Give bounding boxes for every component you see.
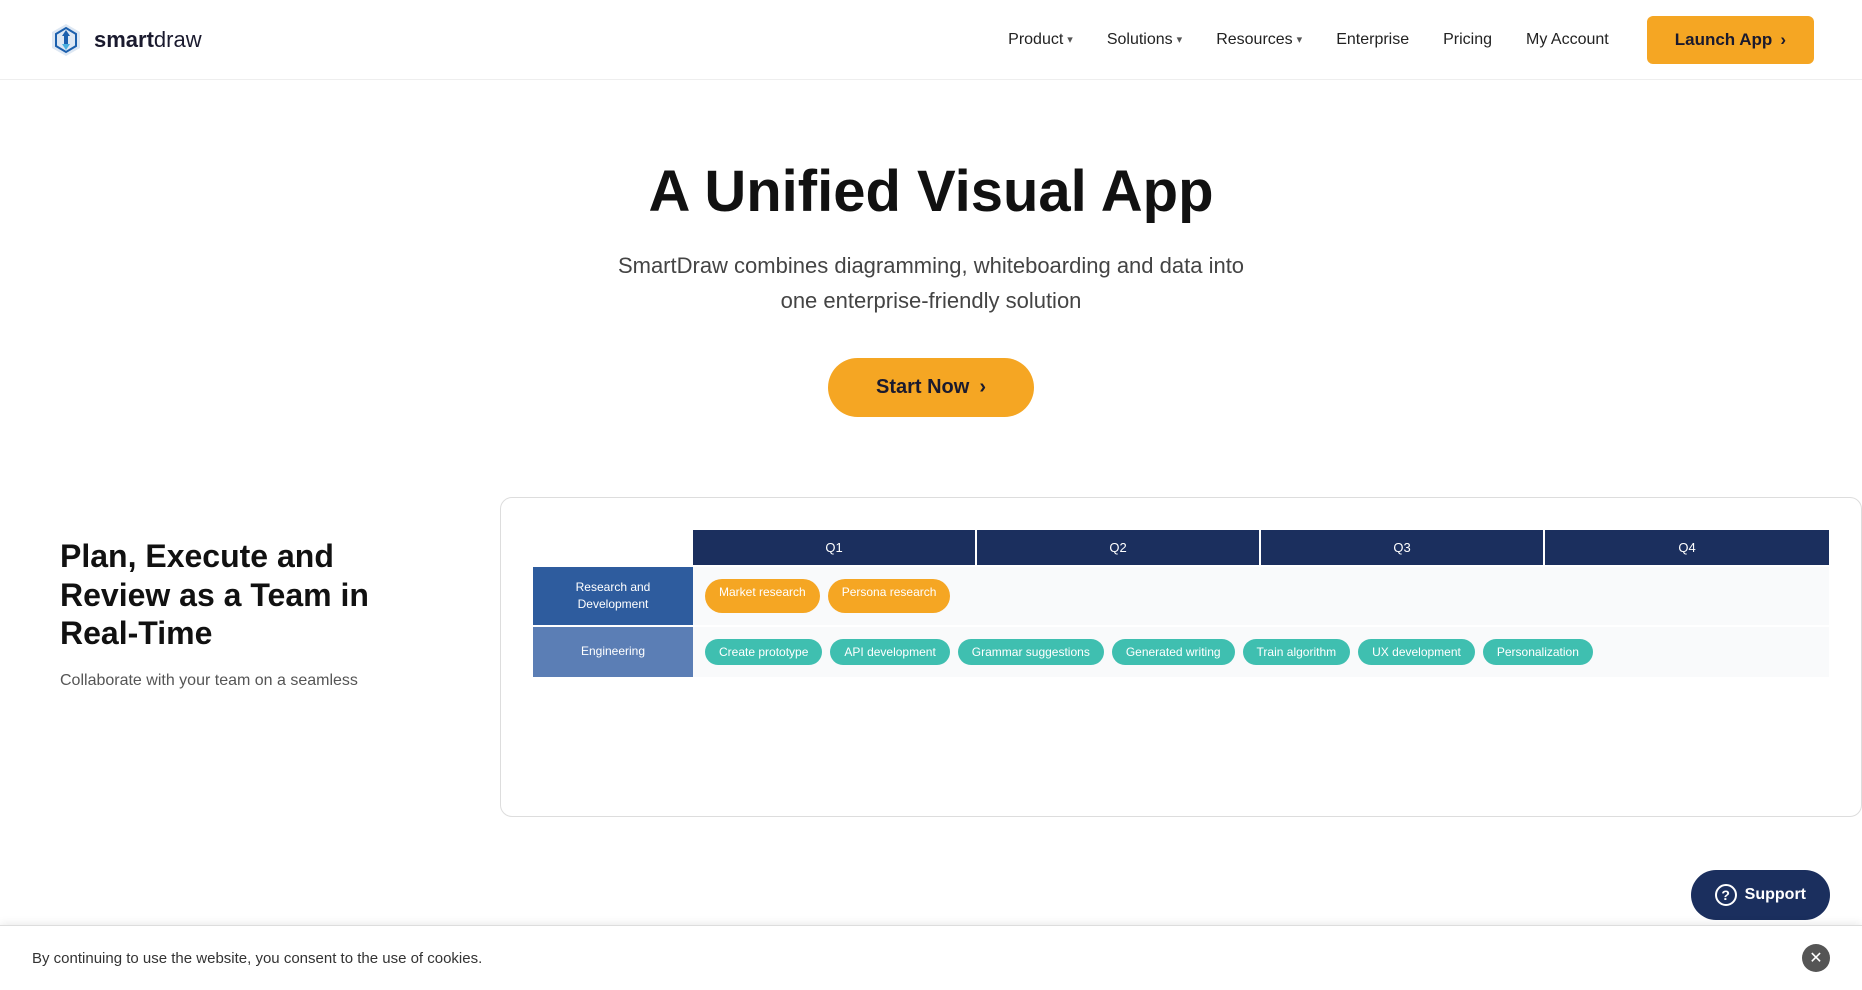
hero-section: A Unified Visual App SmartDraw combines … [0,80,1862,477]
gantt-row-label-engineering: Engineering [533,627,693,677]
gantt-row-cells-research: Market research Persona research [693,567,1829,625]
gantt-row-cells-engineering: Create prototype API development Grammar… [693,627,1829,677]
gantt-header-row: Q1 Q2 Q3 Q4 [533,530,1829,565]
lower-section: Plan, Execute and Review as a Team in Re… [0,477,1862,817]
cookie-banner: By continuing to use the website, you co… [0,925,1862,990]
left-text-block: Plan, Execute and Review as a Team in Re… [60,477,440,694]
brand-name: smartdraw [94,27,202,53]
chevron-down-icon: ▾ [1067,33,1073,46]
hero-title: A Unified Visual App [40,160,1822,224]
gantt-row-label-research: Research and Development [533,567,693,625]
gantt-tag-persona-research: Persona research [828,579,951,613]
navbar: smartdraw Product ▾ Solutions ▾ Resource… [0,0,1862,80]
lower-description: Collaborate with your team on a seamless [60,668,440,694]
gantt-col-q3: Q3 [1261,530,1545,565]
nav-item-enterprise[interactable]: Enterprise [1322,23,1423,57]
gantt-tag-market-research: Market research [705,579,820,613]
nav-links: Product ▾ Solutions ▾ Resources ▾ Enterp… [994,23,1623,57]
nav-item-pricing[interactable]: Pricing [1429,23,1506,57]
nav-item-product[interactable]: Product ▾ [994,23,1087,57]
gantt-diagram: Q1 Q2 Q3 Q4 Research and Development Mar… [500,497,1862,817]
support-icon: ? [1715,884,1737,906]
gantt-tag-personalization: Personalization [1483,639,1593,665]
launch-app-button[interactable]: Launch App › [1647,16,1814,64]
chevron-down-icon: ▾ [1177,33,1183,46]
hero-subtitle: SmartDraw combines diagramming, whiteboa… [611,248,1251,318]
nav-item-myaccount[interactable]: My Account [1512,23,1623,57]
gantt-tag-create-prototype: Create prototype [705,639,822,665]
cookie-text: By continuing to use the website, you co… [32,950,482,967]
arrow-icon: › [1780,30,1786,50]
nav-item-solutions[interactable]: Solutions ▾ [1093,23,1196,57]
gantt-tag-api-development: API development [830,639,949,665]
gantt-col-q2: Q2 [977,530,1261,565]
gantt-col-q4: Q4 [1545,530,1829,565]
gantt-col-q1: Q1 [693,530,977,565]
gantt-row-research: Research and Development Market research… [533,565,1829,625]
arrow-icon: › [979,376,986,399]
gantt-row-engineering: Engineering Create prototype API develop… [533,625,1829,677]
lower-title: Plan, Execute and Review as a Team in Re… [60,537,440,652]
nav-item-resources[interactable]: Resources ▾ [1202,23,1316,57]
logo-icon [48,22,84,58]
gantt-tag-train-algorithm: Train algorithm [1243,639,1351,665]
gantt-tag-ux-development: UX development [1358,639,1475,665]
start-now-button[interactable]: Start Now › [828,358,1034,417]
close-icon: ✕ [1809,948,1822,968]
logo[interactable]: smartdraw [48,22,202,58]
gantt-tag-generated-writing: Generated writing [1112,639,1235,665]
support-button[interactable]: ? Support [1691,870,1830,920]
chevron-down-icon: ▾ [1297,33,1303,46]
cookie-close-button[interactable]: ✕ [1802,944,1830,972]
gantt-tag-grammar-suggestions: Grammar suggestions [958,639,1104,665]
gantt-header-spacer [533,530,693,565]
